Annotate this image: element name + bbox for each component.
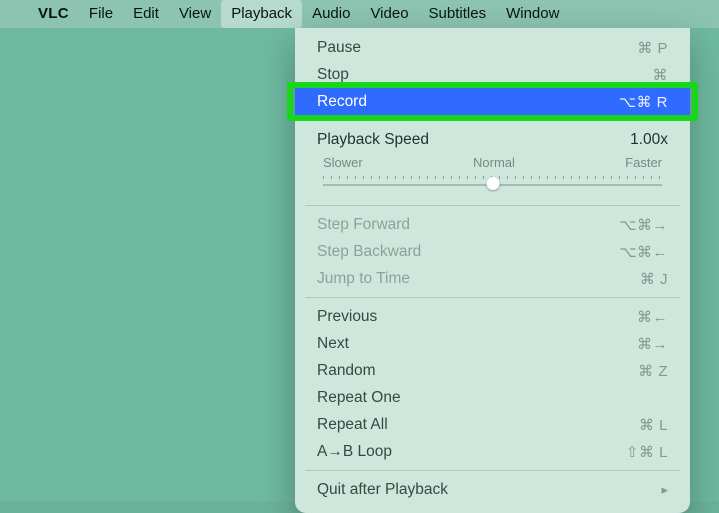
menu-item-quit-after-playback[interactable]: Quit after Playback ▸ <box>295 476 690 503</box>
speed-mark-slower: Slower <box>323 155 363 170</box>
menu-shortcut: ⌥⌘← <box>619 243 668 261</box>
menu-item-record[interactable]: Record ⌥⌘ R <box>295 88 690 115</box>
menubar: VLC File Edit View Playback Audio Video … <box>0 0 719 28</box>
menu-separator <box>305 470 680 471</box>
speed-mark-faster: Faster <box>625 155 662 170</box>
menu-label: Next <box>317 335 349 353</box>
menu-separator <box>305 297 680 298</box>
menu-label: Jump to Time <box>317 270 410 288</box>
playback-menu: Pause ⌘ P Stop ⌘ Record ⌥⌘ R Playback Sp… <box>295 28 690 513</box>
menubar-item-view[interactable]: View <box>169 0 221 28</box>
menu-shortcut: ⌘← <box>637 308 668 326</box>
menubar-item-subtitles[interactable]: Subtitles <box>419 0 497 28</box>
menu-label: Stop <box>317 66 349 84</box>
menu-label: Playback Speed <box>317 131 429 149</box>
playback-speed-slider[interactable] <box>323 174 662 188</box>
menu-label: Repeat All <box>317 416 388 434</box>
menu-shortcut: ⌘ <box>653 66 669 84</box>
menu-item-stop[interactable]: Stop ⌘ <box>295 61 690 88</box>
menu-label: Repeat One <box>317 389 401 407</box>
menu-separator <box>305 120 680 121</box>
menu-label: Record <box>317 93 367 111</box>
menu-item-random[interactable]: Random ⌘ Z <box>295 357 690 384</box>
speed-mark-normal: Normal <box>473 155 515 170</box>
menu-item-step-forward[interactable]: Step Forward ⌥⌘→ <box>295 211 690 238</box>
menu-label: Quit after Playback <box>317 481 448 499</box>
menu-label: Previous <box>317 308 377 326</box>
menu-item-repeat-all[interactable]: Repeat All ⌘ L <box>295 411 690 438</box>
menu-label: A→B Loop <box>317 443 392 461</box>
menu-item-pause[interactable]: Pause ⌘ P <box>295 34 690 61</box>
menubar-item-edit[interactable]: Edit <box>123 0 169 28</box>
menubar-item-video[interactable]: Video <box>360 0 418 28</box>
menubar-app-name[interactable]: VLC <box>28 0 79 28</box>
menu-label: Pause <box>317 39 361 57</box>
menu-shortcut: ⌘ Z <box>638 362 668 380</box>
menu-shortcut: ⇧⌘ L <box>626 443 668 461</box>
menu-item-playback-speed: Playback Speed 1.00x Slower Normal Faste… <box>295 126 690 200</box>
menu-item-step-backward[interactable]: Step Backward ⌥⌘← <box>295 238 690 265</box>
menu-shortcut: ⌘→ <box>637 335 668 353</box>
menu-label: Random <box>317 362 376 380</box>
menubar-item-playback[interactable]: Playback <box>221 0 302 28</box>
submenu-chevron-icon: ▸ <box>661 482 668 498</box>
slider-thumb[interactable] <box>486 177 499 190</box>
speed-slider-marks: Slower Normal Faster <box>323 155 662 170</box>
playback-speed-value: 1.00x <box>630 131 668 149</box>
menu-shortcut: ⌘ P <box>637 39 668 57</box>
menubar-item-file[interactable]: File <box>79 0 123 28</box>
menu-shortcut: ⌘ L <box>639 416 668 434</box>
menu-shortcut: ⌘ J <box>640 270 668 288</box>
menu-item-next[interactable]: Next ⌘→ <box>295 330 690 357</box>
menubar-item-window[interactable]: Window <box>496 0 569 28</box>
menu-shortcut: ⌥⌘ R <box>619 93 668 111</box>
menu-label: Step Backward <box>317 243 421 261</box>
menu-separator <box>305 205 680 206</box>
menu-label: Step Forward <box>317 216 410 234</box>
menu-item-jump-to-time[interactable]: Jump to Time ⌘ J <box>295 265 690 292</box>
menu-shortcut: ⌥⌘→ <box>619 216 668 234</box>
menu-item-previous[interactable]: Previous ⌘← <box>295 303 690 330</box>
menu-item-repeat-one[interactable]: Repeat One <box>295 384 690 411</box>
menu-item-ab-loop[interactable]: A→B Loop ⇧⌘ L <box>295 438 690 465</box>
menubar-item-audio[interactable]: Audio <box>302 0 360 28</box>
